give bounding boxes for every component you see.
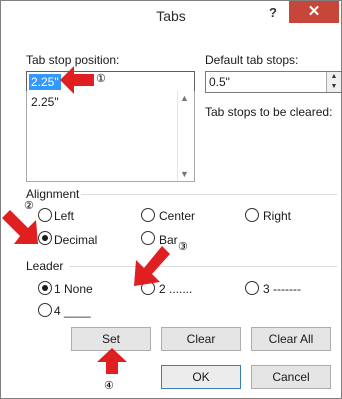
clear-button[interactable]: Clear [161,327,241,351]
list-item[interactable]: 2.25" [31,95,59,109]
spin-stepper[interactable]: ▲ ▼ [326,72,341,92]
default-tab-stops-label: Default tab stops: [205,53,299,67]
radio-left[interactable] [38,208,52,222]
radio-leader-3[interactable] [245,281,259,295]
radio-leader-4[interactable] [38,303,52,317]
scroll-up-icon[interactable]: ▲ [180,93,189,103]
tab-stop-label: Tab stop position: [26,53,120,67]
default-tab-stops-field[interactable]: 0.5" ▲ ▼ [205,71,342,93]
leader-4-label: 4 ____ [54,304,91,318]
arrow-left-icon [60,66,94,94]
ok-button[interactable]: OK [161,365,241,389]
tab-stop-list[interactable]: 2.25" ▲ ▼ [26,91,195,182]
close-button[interactable]: ✕ [289,1,339,23]
clear-all-button[interactable]: Clear All [251,327,331,351]
alignment-heading: Alignment [26,187,80,201]
leader-heading: Leader [26,259,64,273]
radio-leader-1[interactable] [38,281,52,295]
radio-right[interactable] [245,208,259,222]
leader-divider [69,266,337,267]
callout-4: ④ [104,380,114,392]
tab-stop-input[interactable]: 2.25" [26,71,195,93]
help-button[interactable]: ? [269,5,277,20]
radio-center[interactable] [141,208,155,222]
cancel-button[interactable]: Cancel [251,365,331,389]
title-bar: Tabs ? ✕ [1,1,341,29]
leader-1-label: 1 None [54,282,93,296]
scroll-down-icon[interactable]: ▼ [180,169,189,179]
spin-down-icon[interactable]: ▼ [327,82,341,92]
arrow-down-right-icon [2,210,38,244]
default-tab-stops-value: 0.5" [209,75,230,89]
radio-bar[interactable] [141,231,155,245]
list-scrollbar[interactable]: ▲ ▼ [177,91,194,181]
align-bar-label: Bar [159,233,178,247]
align-right-label: Right [263,209,292,223]
arrow-up-icon [97,348,127,374]
align-center-label: Center [159,209,196,223]
alignment-divider [81,194,337,195]
align-decimal-label: Decimal [54,233,98,247]
cleared-label: Tab stops to be cleared: [205,105,333,119]
tabs-dialog: Tabs ? ✕ Tab stop position: 2.25" 2.25" … [0,0,342,399]
callout-3: ③ [178,241,188,253]
tab-stop-value: 2.25" [29,74,61,90]
arrow-down-left-icon [134,246,170,286]
leader-3-label: 3 ------- [263,282,301,296]
callout-1: ① [96,73,106,85]
spin-up-icon[interactable]: ▲ [327,72,341,82]
align-left-label: Left [54,209,75,223]
radio-decimal[interactable] [38,231,52,245]
